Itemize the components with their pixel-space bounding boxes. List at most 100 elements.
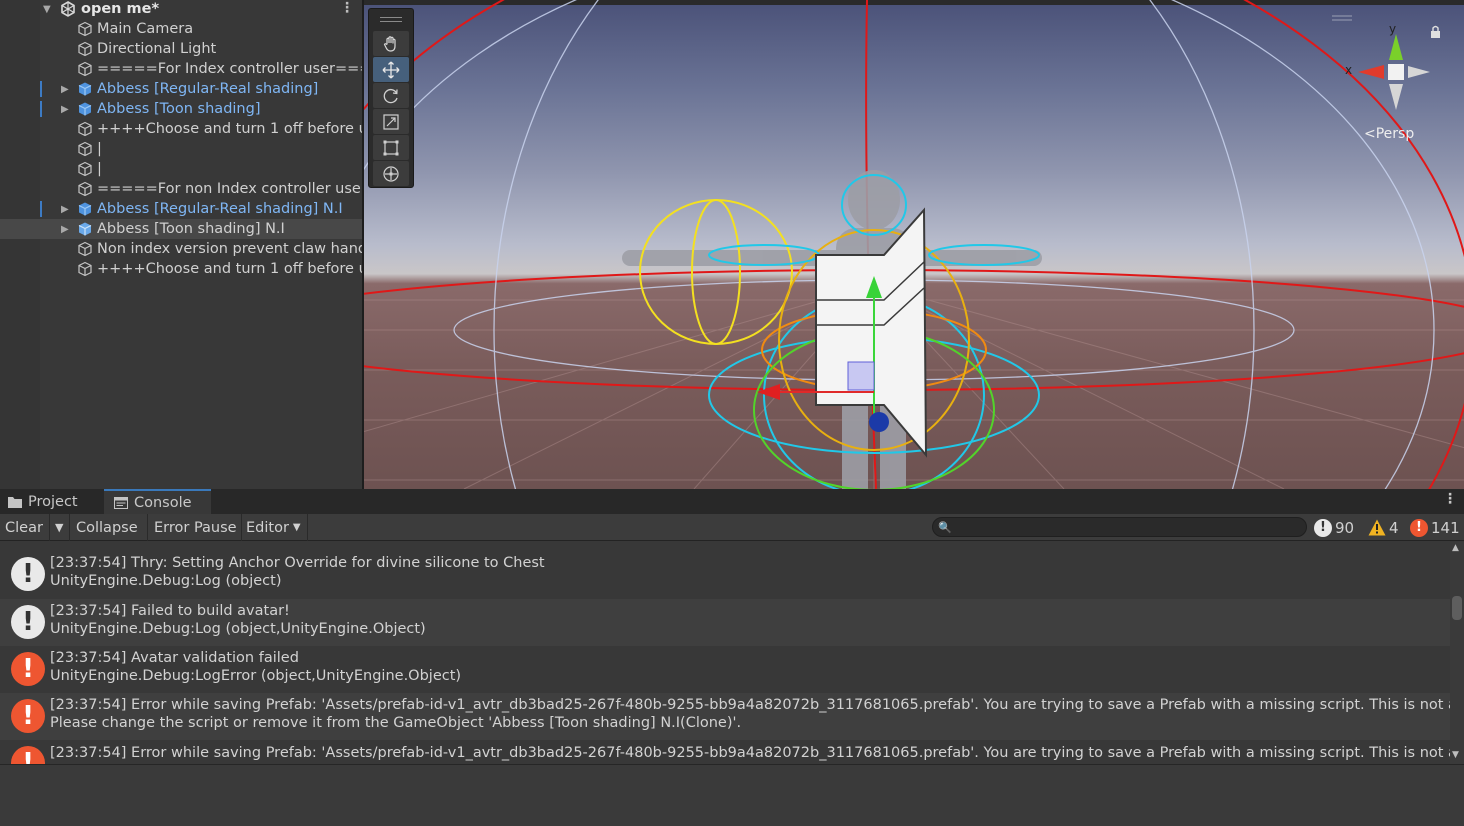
- hierarchy-label: Abbess [Regular-Real shading]: [97, 81, 319, 97]
- error-icon: !: [11, 652, 45, 686]
- editor-dropdown[interactable]: Editor ▼: [242, 514, 308, 541]
- hierarchy-label: Non index version prevent claw hand: [97, 241, 363, 257]
- scale-tool-button[interactable]: [373, 109, 409, 134]
- gizmo-x-label: x: [1345, 63, 1353, 77]
- warning-count-toggle[interactable]: 4: [1368, 514, 1399, 541]
- toolbar-grip-icon[interactable]: [380, 17, 402, 22]
- console-search-input[interactable]: 🔍: [932, 517, 1307, 537]
- prefab-icon: [78, 102, 92, 116]
- hierarchy-row[interactable]: ++++Choose and turn 1 off before upload+…: [0, 119, 363, 139]
- log-scrollbar-thumb[interactable]: [1452, 596, 1462, 620]
- hierarchy-label: Abbess [Regular-Real shading] N.I: [97, 201, 343, 217]
- hierarchy-label: Abbess [Toon shading]: [97, 101, 261, 117]
- error-icon: !: [11, 746, 45, 764]
- log-message: [23:37:54] Avatar validation failed: [50, 650, 299, 666]
- hierarchy-row[interactable]: Directional Light: [0, 39, 363, 59]
- gameobject-icon: [78, 181, 92, 197]
- hierarchy-row[interactable]: Main Camera: [0, 19, 363, 39]
- hierarchy-label: Main Camera: [97, 21, 194, 37]
- expand-arrow-icon[interactable]: ▼: [43, 4, 51, 15]
- projection-toggle[interactable]: <Persp: [1364, 126, 1414, 142]
- log-entry[interactable]: ! [23:37:54] Thry: Setting Anchor Overri…: [0, 552, 1450, 599]
- hierarchy-row[interactable]: |: [0, 159, 363, 179]
- gameobject-icon: [78, 61, 92, 77]
- transform-icon: [383, 165, 399, 182]
- collapse-toggle[interactable]: Collapse: [72, 514, 148, 541]
- gizmo-y-label: y: [1389, 22, 1397, 36]
- hierarchy-label: =====For non Index controller user=====: [97, 181, 363, 197]
- log-stacktrace: UnityEngine.Debug:Log (object,UnityEngin…: [50, 621, 426, 637]
- folder-icon: [8, 496, 22, 508]
- error-icon: !: [1410, 518, 1428, 537]
- rotate-tool-button[interactable]: [373, 83, 409, 108]
- hierarchy-label: ++++Choose and turn 1 off before upload+…: [97, 261, 363, 277]
- scroll-up-icon[interactable]: ▲: [1452, 543, 1459, 553]
- error-count: 141: [1431, 518, 1460, 537]
- info-icon: !: [11, 557, 45, 591]
- log-message: [23:37:54] Error while saving Prefab: 'A…: [50, 745, 1450, 761]
- transform-tool-button[interactable]: [373, 161, 409, 186]
- scene-viewport-graphics: [364, 0, 1464, 489]
- hierarchy-label: Abbess [Toon shading] N.I: [97, 221, 285, 237]
- error-count-toggle[interactable]: ! 141: [1410, 514, 1460, 541]
- log-entry[interactable]: ! [23:37:54] Error while saving Prefab: …: [0, 740, 1450, 764]
- gameobject-icon: [78, 21, 92, 37]
- hierarchy-label: |: [97, 161, 102, 177]
- gameobject-icon: [78, 41, 92, 57]
- log-entry[interactable]: ! [23:37:54] Error while saving Prefab: …: [0, 693, 1450, 740]
- hierarchy-label: =====For Index controller user=====: [97, 61, 363, 77]
- scene-view[interactable]: [364, 0, 1464, 489]
- hierarchy-row-root[interactable]: ▼ open me* ⋮: [0, 0, 363, 19]
- view-tool-button[interactable]: [373, 31, 409, 56]
- hierarchy-label: |: [97, 141, 102, 157]
- scale-icon: [383, 113, 399, 130]
- clear-options-dropdown[interactable]: ▼: [50, 514, 70, 541]
- scroll-down-icon[interactable]: ▼: [1452, 750, 1459, 760]
- hierarchy-panel: ▼ open me* ⋮ Main Camera Directional Lig…: [0, 0, 363, 489]
- info-icon: !: [11, 605, 45, 639]
- hierarchy-row[interactable]: Non index version prevent claw hand: [0, 239, 363, 259]
- rect-transform-icon: [383, 140, 399, 155]
- scene-tools-overlay: [368, 8, 414, 188]
- hierarchy-row-prefab[interactable]: ▶ Abbess [Regular-Real shading] N.I: [0, 199, 363, 219]
- move-arrows-icon: [382, 61, 400, 78]
- log-message: [23:37:54] Failed to build avatar!: [50, 603, 290, 619]
- hierarchy-row[interactable]: =====For non Index controller user=====: [0, 179, 363, 199]
- log-scrollbar[interactable]: [1450, 542, 1464, 764]
- log-entry[interactable]: ! [23:37:54] Avatar validation failed Un…: [0, 646, 1450, 693]
- gameobject-icon: [78, 241, 92, 257]
- hierarchy-row[interactable]: =====For Index controller user=====: [0, 59, 363, 79]
- prefab-icon: [78, 82, 92, 96]
- hierarchy-label: ++++Choose and turn 1 off before upload+…: [97, 121, 363, 137]
- tab-project[interactable]: Project: [0, 489, 104, 514]
- hierarchy-row-selected[interactable]: ▶ Abbess [Toon shading] N.I: [0, 219, 363, 239]
- log-stacktrace: Please change the script or remove it fr…: [50, 715, 742, 731]
- tab-label: Console: [134, 494, 192, 511]
- override-bar: [40, 81, 42, 97]
- hand-icon: [383, 35, 396, 52]
- expand-arrow-icon[interactable]: ▶: [61, 84, 69, 95]
- hierarchy-row-prefab[interactable]: ▶ Abbess [Regular-Real shading]: [0, 79, 363, 99]
- clear-button[interactable]: Clear: [0, 514, 50, 541]
- panel-menu-icon[interactable]: ⋮: [1443, 491, 1457, 507]
- console-log-list[interactable]: ! ! [23:37:54] Thry: Setting Anchor Over…: [0, 542, 1450, 764]
- scene-menu-icon[interactable]: ⋮: [340, 0, 354, 16]
- rect-tool-button[interactable]: [373, 135, 409, 160]
- warning-icon: [1368, 519, 1386, 536]
- warning-count: 4: [1389, 518, 1399, 537]
- unity-scene-icon: [61, 1, 75, 17]
- gameobject-icon: [78, 261, 92, 277]
- hierarchy-row-prefab[interactable]: ▶ Abbess [Toon shading]: [0, 99, 363, 119]
- expand-arrow-icon[interactable]: ▶: [61, 224, 69, 235]
- hierarchy-row[interactable]: ++++Choose and turn 1 off before upload+…: [0, 259, 363, 279]
- hierarchy-row[interactable]: |: [0, 139, 363, 159]
- expand-arrow-icon[interactable]: ▶: [61, 204, 69, 215]
- info-count-toggle[interactable]: ! 90: [1314, 514, 1354, 541]
- tab-console[interactable]: Console: [104, 489, 211, 514]
- move-tool-button[interactable]: [373, 57, 409, 82]
- log-entry[interactable]: ! [23:37:54] Failed to build avatar! Uni…: [0, 599, 1450, 646]
- prefab-icon: [78, 222, 92, 236]
- log-stacktrace: UnityEngine.Debug:LogError (object,Unity…: [50, 668, 462, 684]
- expand-arrow-icon[interactable]: ▶: [61, 104, 69, 115]
- error-pause-toggle[interactable]: Error Pause: [150, 514, 242, 541]
